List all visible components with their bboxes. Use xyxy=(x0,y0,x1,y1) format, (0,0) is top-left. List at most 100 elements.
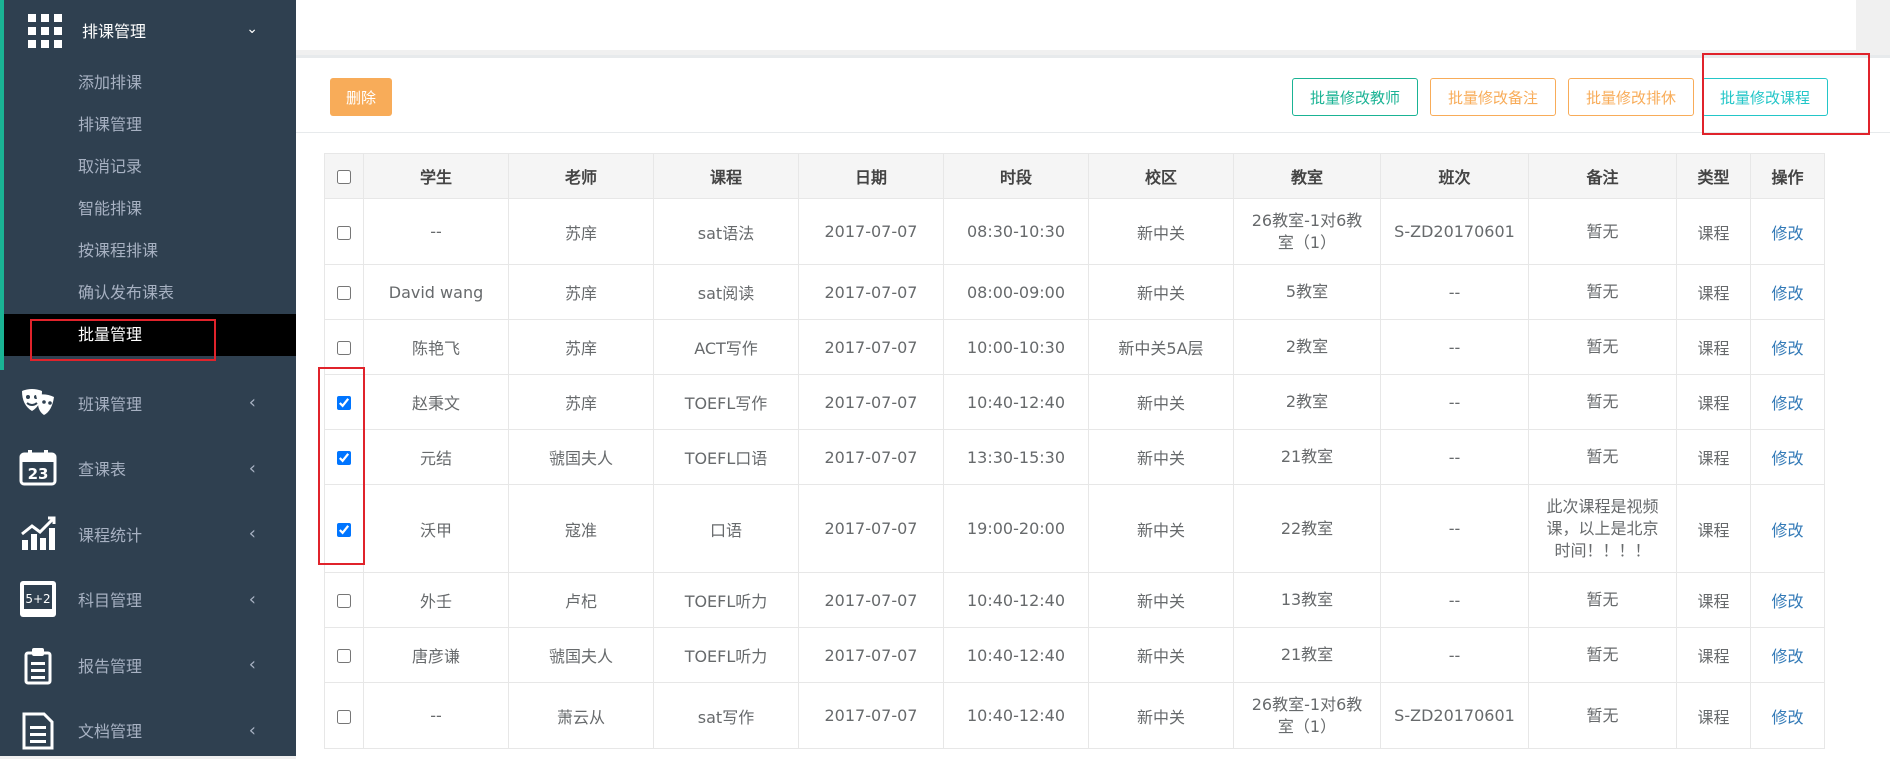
table-row: 唐彦谦 虢国夫人 TOEFL听力 2017-07-07 10:40-12:40 新中关 21… xyxy=(324,627,1825,683)
cell-teacher: 卢杞 xyxy=(508,572,654,628)
cell-date: 2017-07-07 xyxy=(798,627,944,683)
sidebar-menu-item[interactable]: 5+2 科目管理 ‹ xyxy=(0,567,296,633)
cell-type: 课程 xyxy=(1676,484,1751,573)
cell-room: 2教室 xyxy=(1233,319,1381,375)
cell-action: 修改 xyxy=(1750,374,1825,430)
cell-time: 10:40-12:40 xyxy=(943,627,1089,683)
cell-campus: 新中关 xyxy=(1088,627,1234,683)
batch-edit-teacher-button[interactable]: 批量修改教师 xyxy=(1292,78,1418,116)
cell-time: 10:00-10:30 xyxy=(943,319,1089,375)
cell-course: TOEFL听力 xyxy=(653,627,799,683)
cell-course: 口语 xyxy=(653,484,799,573)
table-row: David wang 苏庠 sat阅读 2017-07-07 08:00-09:00 新中… xyxy=(324,264,1825,320)
row-checkbox[interactable] xyxy=(337,396,351,410)
cell-note: 此次课程是视频课，以上是北京时间！！！！ xyxy=(1528,484,1677,573)
row-checkbox[interactable] xyxy=(337,451,351,465)
cell-campus: 新中关 xyxy=(1088,198,1234,265)
edit-link[interactable]: 修改 xyxy=(1771,521,1803,540)
cell-type: 课程 xyxy=(1676,682,1751,749)
sidebar-main-menu: 班课管理 ‹ 23 查课表 ‹ 课程统计 ‹ 5+2 科目管理 ‹ 报告管理 ‹ 文档管理 ‹ xyxy=(0,370,296,756)
cell-date: 2017-07-07 xyxy=(798,682,944,749)
row-select-cell xyxy=(324,429,364,485)
sidebar-menu-item[interactable]: 文档管理 ‹ xyxy=(0,698,296,757)
row-checkbox[interactable] xyxy=(337,522,351,537)
edit-link[interactable]: 修改 xyxy=(1771,592,1803,611)
chevron-left-icon: ‹ xyxy=(248,588,256,610)
cell-teacher: 虢国夫人 xyxy=(508,429,654,485)
row-checkbox[interactable] xyxy=(337,225,351,240)
edit-link[interactable]: 修改 xyxy=(1771,339,1803,358)
sidebar-menu-item[interactable]: 课程统计 ‹ xyxy=(0,501,296,567)
edit-link[interactable]: 修改 xyxy=(1771,708,1803,727)
sidebar-subitem[interactable]: 批量管理 xyxy=(4,314,296,356)
cell-date: 2017-07-07 xyxy=(798,484,944,573)
cell-student: 外壬 xyxy=(363,572,509,628)
bar-chart-icon xyxy=(18,514,58,554)
row-select-cell xyxy=(324,484,364,573)
cell-campus: 新中关 xyxy=(1088,429,1234,485)
sidebar-item-schedule-management[interactable]: 排课管理 ⌄ xyxy=(0,0,296,58)
cell-date: 2017-07-07 xyxy=(798,198,944,265)
row-checkbox[interactable] xyxy=(337,649,351,663)
edit-link[interactable]: 修改 xyxy=(1771,224,1803,243)
cell-room: 21教室 xyxy=(1233,429,1381,485)
cell-cls: -- xyxy=(1380,319,1529,375)
edit-link[interactable]: 修改 xyxy=(1771,394,1803,413)
cell-note: 暂无 xyxy=(1528,264,1677,320)
delete-button[interactable]: 删除 xyxy=(330,78,392,116)
sidebar-subitem[interactable]: 排课管理 xyxy=(4,104,296,146)
cell-cls: -- xyxy=(1380,429,1529,485)
row-select-cell xyxy=(324,264,364,320)
edit-link[interactable]: 修改 xyxy=(1771,647,1803,666)
sidebar-menu-item[interactable]: 班课管理 ‹ xyxy=(0,370,296,436)
row-checkbox[interactable] xyxy=(337,709,351,724)
cell-student: -- xyxy=(363,198,509,265)
sidebar-subitem[interactable]: 确认发布课表 xyxy=(4,272,296,314)
sidebar-menu-item[interactable]: 23 查课表 ‹ xyxy=(0,436,296,502)
cell-teacher: 苏庠 xyxy=(508,198,654,265)
cell-course: ACT写作 xyxy=(653,319,799,375)
cell-teacher: 萧云从 xyxy=(508,682,654,749)
sidebar-menu-item[interactable]: 报告管理 ‹ xyxy=(0,632,296,698)
row-select-cell xyxy=(324,682,364,749)
row-checkbox[interactable] xyxy=(337,341,351,355)
grid-icon xyxy=(28,14,62,48)
table-row: 元结 虢国夫人 TOEFL口语 2017-07-07 13:30-15:30 新中关 21教… xyxy=(324,429,1825,485)
chevron-left-icon: ‹ xyxy=(248,392,256,414)
cell-note: 暂无 xyxy=(1528,429,1677,485)
row-select-cell xyxy=(324,627,364,683)
select-all-checkbox[interactable] xyxy=(337,170,351,184)
batch-edit-course-button[interactable]: 批量修改课程 xyxy=(1702,78,1828,116)
row-checkbox[interactable] xyxy=(337,286,351,300)
cell-course: sat写作 xyxy=(653,682,799,749)
edit-link[interactable]: 修改 xyxy=(1771,284,1803,303)
sidebar-menu-label: 查课表 xyxy=(78,460,127,480)
cell-campus: 新中关 xyxy=(1088,484,1234,573)
cell-type: 课程 xyxy=(1676,374,1751,430)
cell-teacher: 苏庠 xyxy=(508,319,654,375)
cell-cls: -- xyxy=(1380,627,1529,683)
sidebar-subitem[interactable]: 添加排课 xyxy=(4,62,296,104)
column-header: 教室 xyxy=(1233,153,1381,199)
edit-link[interactable]: 修改 xyxy=(1771,449,1803,468)
sidebar-subitem[interactable]: 取消记录 xyxy=(4,146,296,188)
chevron-left-icon: ‹ xyxy=(248,654,256,676)
cell-action: 修改 xyxy=(1750,319,1825,375)
sidebar-header-label: 排课管理 xyxy=(82,22,147,41)
sidebar-subitem[interactable]: 按课程排课 xyxy=(4,230,296,272)
sidebar-subitem[interactable]: 智能排课 xyxy=(4,188,296,230)
cell-student: -- xyxy=(363,682,509,749)
cell-cls: S-ZD20170601 xyxy=(1380,682,1529,749)
row-checkbox[interactable] xyxy=(337,594,351,608)
chevron-left-icon: ‹ xyxy=(248,523,256,545)
sidebar-menu-label: 课程统计 xyxy=(78,525,143,545)
batch-edit-note-button[interactable]: 批量修改备注 xyxy=(1430,78,1556,116)
cell-action: 修改 xyxy=(1750,429,1825,485)
cell-room: 22教室 xyxy=(1233,484,1381,573)
batch-edit-rest-button[interactable]: 批量修改排休 xyxy=(1568,78,1694,116)
column-header: 备注 xyxy=(1528,153,1677,199)
column-header: 课程 xyxy=(653,153,799,199)
cell-note: 暂无 xyxy=(1528,374,1677,430)
cell-note: 暂无 xyxy=(1528,198,1677,265)
cell-time: 08:30-10:30 xyxy=(943,198,1089,265)
